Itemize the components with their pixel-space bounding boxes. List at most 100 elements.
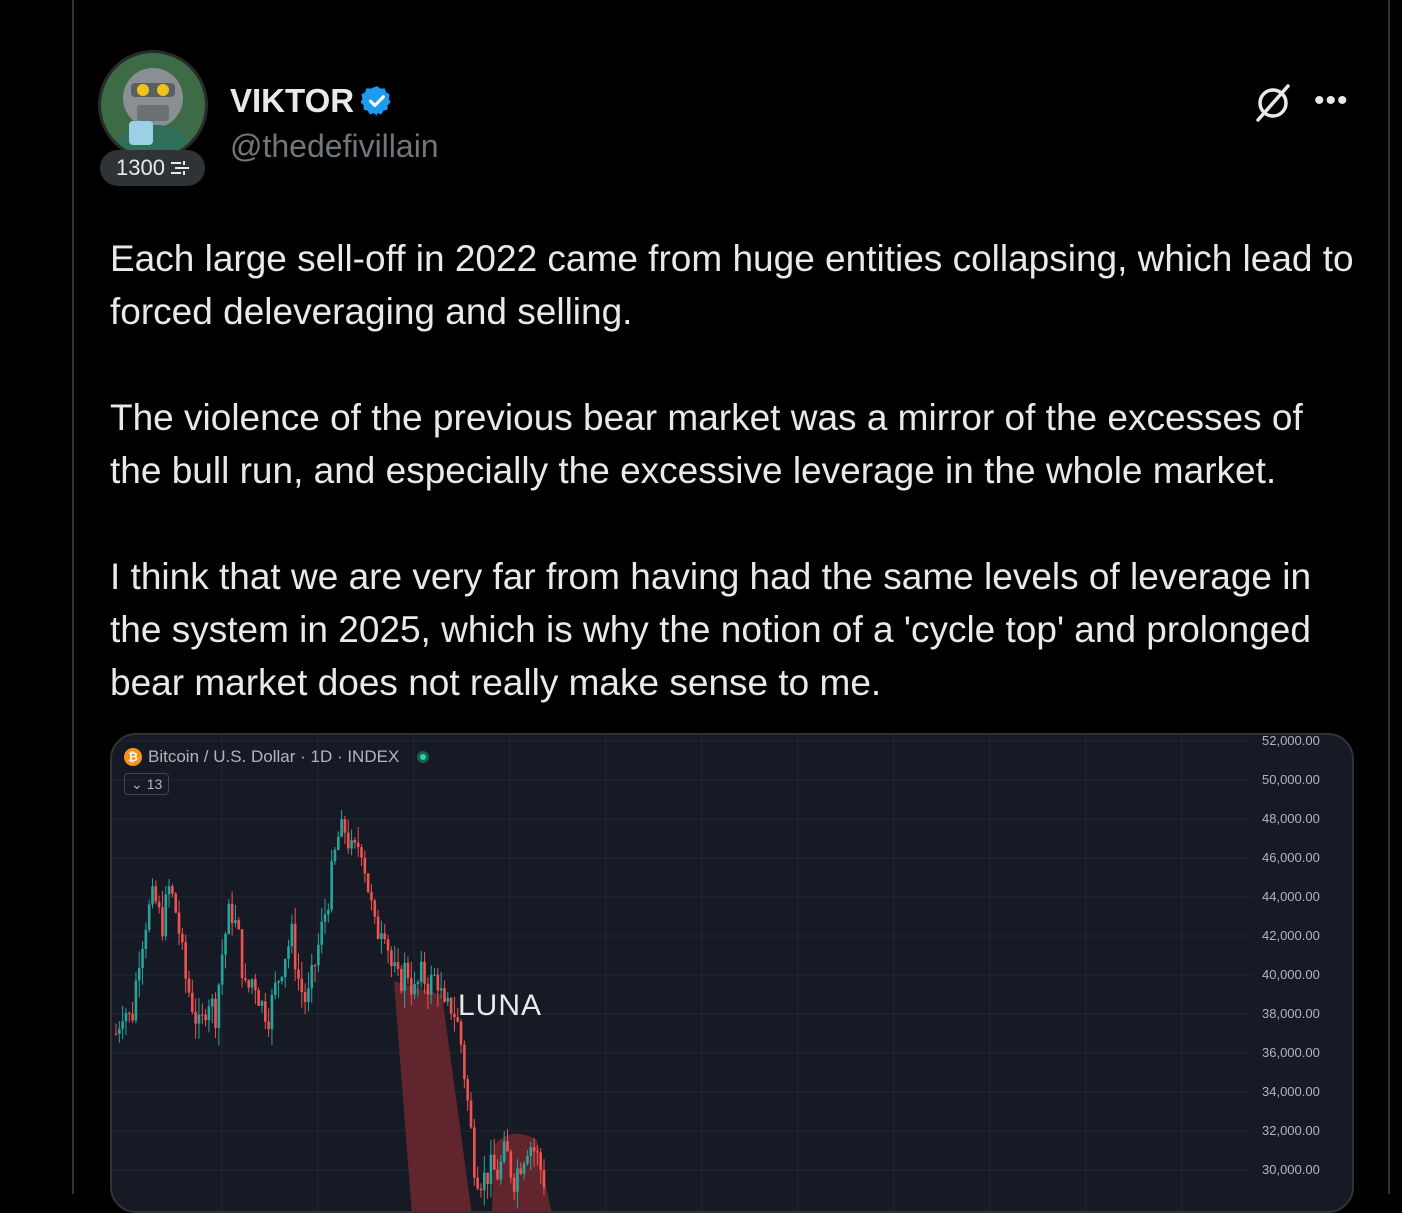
- candle-body: [539, 1152, 542, 1170]
- candle-body: [280, 977, 284, 982]
- chevron-down-icon: ⌄: [131, 775, 143, 792]
- candle-body: [164, 894, 168, 937]
- candle-body: [204, 1014, 207, 1021]
- candle-body: [423, 961, 426, 984]
- candle-body: [416, 982, 420, 985]
- candle-body: [343, 819, 347, 833]
- candle-body: [273, 982, 277, 995]
- follower-level-badge[interactable]: 1300: [100, 150, 205, 186]
- candle-body: [240, 929, 244, 979]
- candle-body: [449, 997, 453, 1014]
- candle-body: [310, 965, 314, 989]
- candle-body: [373, 900, 377, 917]
- candle-body: [217, 984, 221, 1028]
- y-axis-tick-label: 52,000.00: [1262, 733, 1320, 748]
- tweet-text: Each large sell-off in 2022 came from hu…: [110, 232, 1360, 762]
- candle-body: [536, 1151, 539, 1153]
- candle-body: [526, 1156, 529, 1164]
- grok-icon[interactable]: [1252, 82, 1294, 124]
- candle-body: [439, 988, 443, 991]
- candle-body: [210, 998, 214, 1007]
- candle-body: [293, 923, 297, 970]
- masked-villain-avatar: [101, 53, 205, 157]
- candle-body: [161, 907, 164, 937]
- candle-body: [466, 1079, 469, 1101]
- candle-body: [492, 1154, 496, 1170]
- candle-body: [267, 1021, 270, 1030]
- candle-body: [250, 979, 254, 988]
- candle-body: [227, 903, 231, 935]
- candle-body: [486, 1172, 489, 1185]
- candle-body: [396, 962, 400, 969]
- author-handle[interactable]: @thedefivillain: [230, 128, 439, 165]
- candle-body: [224, 934, 227, 955]
- candle-body: [350, 840, 353, 849]
- candle-body: [234, 920, 237, 924]
- y-axis-tick-label: 40,000.00: [1262, 967, 1320, 982]
- candle-body: [446, 997, 450, 1002]
- candle-body: [496, 1169, 499, 1180]
- candle-body: [151, 886, 154, 905]
- candle-body: [244, 978, 247, 981]
- candle-body: [237, 920, 241, 930]
- author-name[interactable]: VIKTOR: [230, 82, 394, 120]
- candle-body: [453, 1013, 456, 1018]
- candle-body: [154, 886, 158, 902]
- candle-body: [287, 946, 290, 959]
- candle-body: [353, 840, 357, 843]
- luna-annotation: LUNA: [458, 989, 543, 1022]
- y-axis-tick-label: 36,000.00: [1262, 1045, 1320, 1060]
- candle-body: [264, 1001, 267, 1022]
- candle-body: [137, 968, 141, 981]
- y-axis-tick-label: 48,000.00: [1262, 811, 1320, 826]
- candle-body: [363, 857, 367, 874]
- candle-body: [131, 1013, 134, 1021]
- candle-body: [403, 962, 406, 992]
- candle-body: [167, 886, 171, 895]
- candle-body: [482, 1172, 486, 1191]
- chart-image[interactable]: ₿ Bitcoin / U.S. Dollar · 1D · INDEX ⌄ 1…: [110, 733, 1354, 1213]
- candle-body: [509, 1151, 513, 1178]
- candle-body: [393, 962, 396, 967]
- candle-body: [443, 988, 446, 1002]
- candle-body: [191, 992, 194, 1013]
- candle-body: [366, 873, 370, 893]
- candle-body: [542, 1169, 546, 1188]
- candle-body: [473, 1127, 476, 1178]
- candle-body: [409, 978, 413, 995]
- candle-body: [297, 969, 300, 979]
- candle-body: [283, 958, 287, 978]
- candle-body: [270, 994, 274, 1030]
- candle-body: [323, 914, 327, 922]
- list-icon: [170, 161, 189, 175]
- candle-body: [463, 1044, 466, 1080]
- tweet-paragraph-3: I think that we are very far from having…: [110, 556, 1312, 703]
- candle-body: [479, 1188, 483, 1191]
- candle-body: [254, 979, 257, 991]
- candle-body: [419, 961, 423, 983]
- candle-body: [340, 819, 343, 837]
- candle-body: [406, 962, 410, 979]
- candle-body: [214, 998, 217, 1028]
- candle-body: [516, 1168, 519, 1192]
- y-axis-tick-label: 44,000.00: [1262, 889, 1320, 904]
- interval-badge[interactable]: ⌄ 13: [124, 773, 170, 795]
- candle-body: [194, 1012, 197, 1024]
- y-axis-tick-label: 34,000.00: [1262, 1084, 1320, 1099]
- candle-body: [489, 1154, 493, 1185]
- candle-body: [187, 978, 191, 993]
- candle-body: [380, 933, 383, 939]
- candle-body: [459, 1021, 463, 1045]
- candle-body: [386, 939, 390, 951]
- candle-body: [499, 1161, 503, 1180]
- y-axis-tick-label: 30,000.00: [1262, 1162, 1320, 1177]
- candle-body: [207, 1006, 211, 1021]
- candle-body: [360, 847, 363, 858]
- chart-symbol-label: ₿ Bitcoin / U.S. Dollar · 1D · INDEX: [124, 747, 430, 767]
- candle-body: [277, 981, 280, 983]
- author-avatar[interactable]: [98, 50, 208, 160]
- candle-body: [436, 974, 440, 991]
- candle-body: [506, 1141, 509, 1152]
- candle-body: [307, 988, 310, 1002]
- more-icon[interactable]: •••: [1314, 84, 1349, 118]
